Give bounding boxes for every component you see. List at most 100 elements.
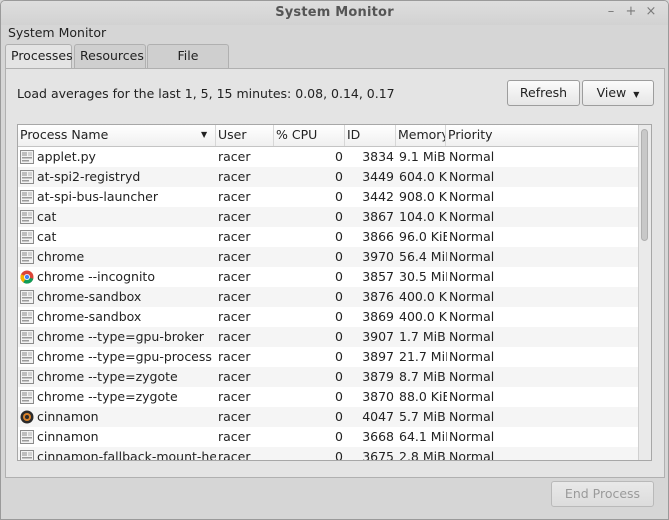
view-menu-button[interactable]: View ▼	[582, 80, 654, 106]
process-name: chrome --type=gpu-broker	[37, 329, 204, 344]
process-user: racer	[218, 169, 251, 184]
title-bar[interactable]: System Monitor – + ×	[1, 1, 668, 25]
process-name: at-spi2-registryd	[37, 169, 141, 184]
column-header-user[interactable]: User	[216, 125, 274, 146]
process-cpu: 0	[335, 349, 343, 364]
minimize-icon[interactable]: –	[604, 4, 618, 20]
process-user: racer	[218, 309, 251, 324]
process-id: 3675	[362, 449, 394, 461]
table-row[interactable]: chrome racer 0 3970 56.4 MiBNormal	[18, 247, 640, 267]
process-cpu: 0	[335, 369, 343, 384]
table-row[interactable]: cinnamon racer 0 3668 64.1 MiBNormal	[18, 427, 640, 447]
generic-app-icon	[20, 210, 34, 224]
table-row[interactable]: at-spi2-registryd racer 0 3449 604.0 KiBNorm…	[18, 167, 640, 187]
process-memory: 56.4 MiB	[399, 249, 447, 264]
table-row[interactable]: chrome --type=zygote racer 0 3879 8.7 MiB Nor…	[18, 367, 640, 387]
column-header-id[interactable]: ID	[345, 125, 396, 146]
view-button-label: View	[596, 85, 627, 100]
process-priority: Normal	[449, 349, 495, 364]
process-id: 3879	[362, 369, 394, 384]
process-id: 3668	[362, 429, 394, 444]
end-process-button[interactable]: End Process	[551, 481, 654, 507]
tab-resources[interactable]: Resources	[74, 44, 146, 68]
process-priority: Normal	[449, 209, 495, 224]
process-cpu: 0	[335, 429, 343, 444]
table-row[interactable]: chrome --type=gpu-broker racer 0 3907 1.7 Mi…	[18, 327, 640, 347]
process-id: 3870	[362, 389, 394, 404]
process-memory: 5.7 MiB	[399, 409, 446, 424]
table-row[interactable]: applet.py racer 0 3834 9.1 MiB Normal	[18, 147, 640, 167]
process-priority: Normal	[449, 169, 495, 184]
process-priority: Normal	[449, 269, 495, 284]
process-id: 3867	[362, 209, 394, 224]
vertical-scrollbar[interactable]	[638, 125, 651, 460]
table-row[interactable]: at-spi-bus-launcher racer 0 3442 908.0 KiBNo…	[18, 187, 640, 207]
generic-app-icon	[20, 250, 34, 264]
process-memory: 908.0 KiB	[399, 189, 447, 204]
process-memory: 604.0 KiB	[399, 169, 447, 184]
process-user: racer	[218, 249, 251, 264]
process-user: racer	[218, 349, 251, 364]
process-user: racer	[218, 289, 251, 304]
process-table[interactable]: Process Name ▼ User % CPU ID Memory Prio…	[17, 124, 652, 461]
process-user: racer	[218, 449, 251, 461]
process-name: chrome --type=gpu-process --	[37, 349, 216, 364]
process-memory: 21.7 MiB	[399, 349, 447, 364]
maximize-icon[interactable]: +	[624, 4, 638, 20]
generic-app-icon	[20, 450, 34, 460]
process-cpu: 0	[335, 329, 343, 344]
column-header-priority[interactable]: Priority	[446, 125, 640, 146]
generic-app-icon	[20, 150, 34, 164]
generic-app-icon	[20, 390, 34, 404]
process-memory: 8.7 MiB	[399, 369, 446, 384]
process-id: 3834	[362, 149, 394, 164]
process-name: chrome --incognito	[37, 269, 155, 284]
column-header-memory[interactable]: Memory	[396, 125, 446, 146]
process-memory: 2.8 MiB	[399, 449, 446, 461]
scrollbar-thumb[interactable]	[641, 129, 648, 241]
process-priority: Normal	[449, 369, 495, 384]
process-name: cinnamon	[37, 429, 99, 444]
process-memory: 96.0 KiB	[399, 229, 447, 244]
table-row[interactable]: chrome --type=zygote racer 0 3870 88.0 KiB No…	[18, 387, 640, 407]
table-row[interactable]: chrome-sandbox racer 0 3869 400.0 KiBNormal	[18, 307, 640, 327]
process-memory: 104.0 KiB	[399, 209, 447, 224]
column-header-cpu[interactable]: % CPU	[274, 125, 345, 146]
table-row[interactable]: cat racer 0 3866 96.0 KiB Normal	[18, 227, 640, 247]
process-name: at-spi-bus-launcher	[37, 189, 158, 204]
tab-processes[interactable]: Processes	[5, 44, 73, 69]
process-memory: 88.0 KiB	[399, 389, 447, 404]
generic-app-icon	[20, 310, 34, 324]
process-priority: Normal	[449, 389, 495, 404]
process-name: cat	[37, 209, 57, 224]
process-cpu: 0	[335, 249, 343, 264]
column-header-process-name[interactable]: Process Name ▼	[18, 125, 216, 146]
process-name: cinnamon-fallback-mount-helper	[37, 449, 216, 461]
process-cpu: 0	[335, 209, 343, 224]
process-priority: Normal	[449, 329, 495, 344]
process-name: cat	[37, 229, 57, 244]
table-row[interactable]: cinnamon-fallback-mount-helperracer 0 3675…	[18, 447, 640, 461]
process-id: 4047	[362, 409, 394, 424]
process-priority: Normal	[449, 289, 495, 304]
chrome-icon	[20, 270, 34, 284]
process-id: 3907	[362, 329, 394, 344]
table-row[interactable]: cat racer 0 3867 104.0 KiBNormal	[18, 207, 640, 227]
refresh-button-label: Refresh	[519, 85, 568, 100]
process-name: chrome	[37, 249, 85, 264]
column-header-label: Process Name	[20, 127, 109, 142]
process-memory: 9.1 MiB	[399, 149, 446, 164]
process-cpu: 0	[335, 169, 343, 184]
table-row[interactable]: cinnamon racer 0 4047 5.7 MiB Normal	[18, 407, 640, 427]
table-body: applet.py racer 0 3834 9.1 MiB Normal at-spi2-…	[18, 147, 640, 461]
table-row[interactable]: chrome --type=gpu-process -- racer 0 3897 21…	[18, 347, 640, 367]
generic-app-icon	[20, 330, 34, 344]
table-row[interactable]: chrome-sandbox racer 0 3876 400.0 KiBNormal	[18, 287, 640, 307]
tab-file-systems[interactable]: File Systems	[147, 44, 229, 85]
refresh-button[interactable]: Refresh	[507, 80, 580, 106]
app-menu-label[interactable]: System Monitor	[8, 25, 106, 40]
generic-app-icon	[20, 290, 34, 304]
generic-app-icon	[20, 170, 34, 184]
close-icon[interactable]: ×	[644, 4, 658, 20]
table-row[interactable]: chrome --incognito racer 0 3857 30.5 MiBNorm…	[18, 267, 640, 287]
